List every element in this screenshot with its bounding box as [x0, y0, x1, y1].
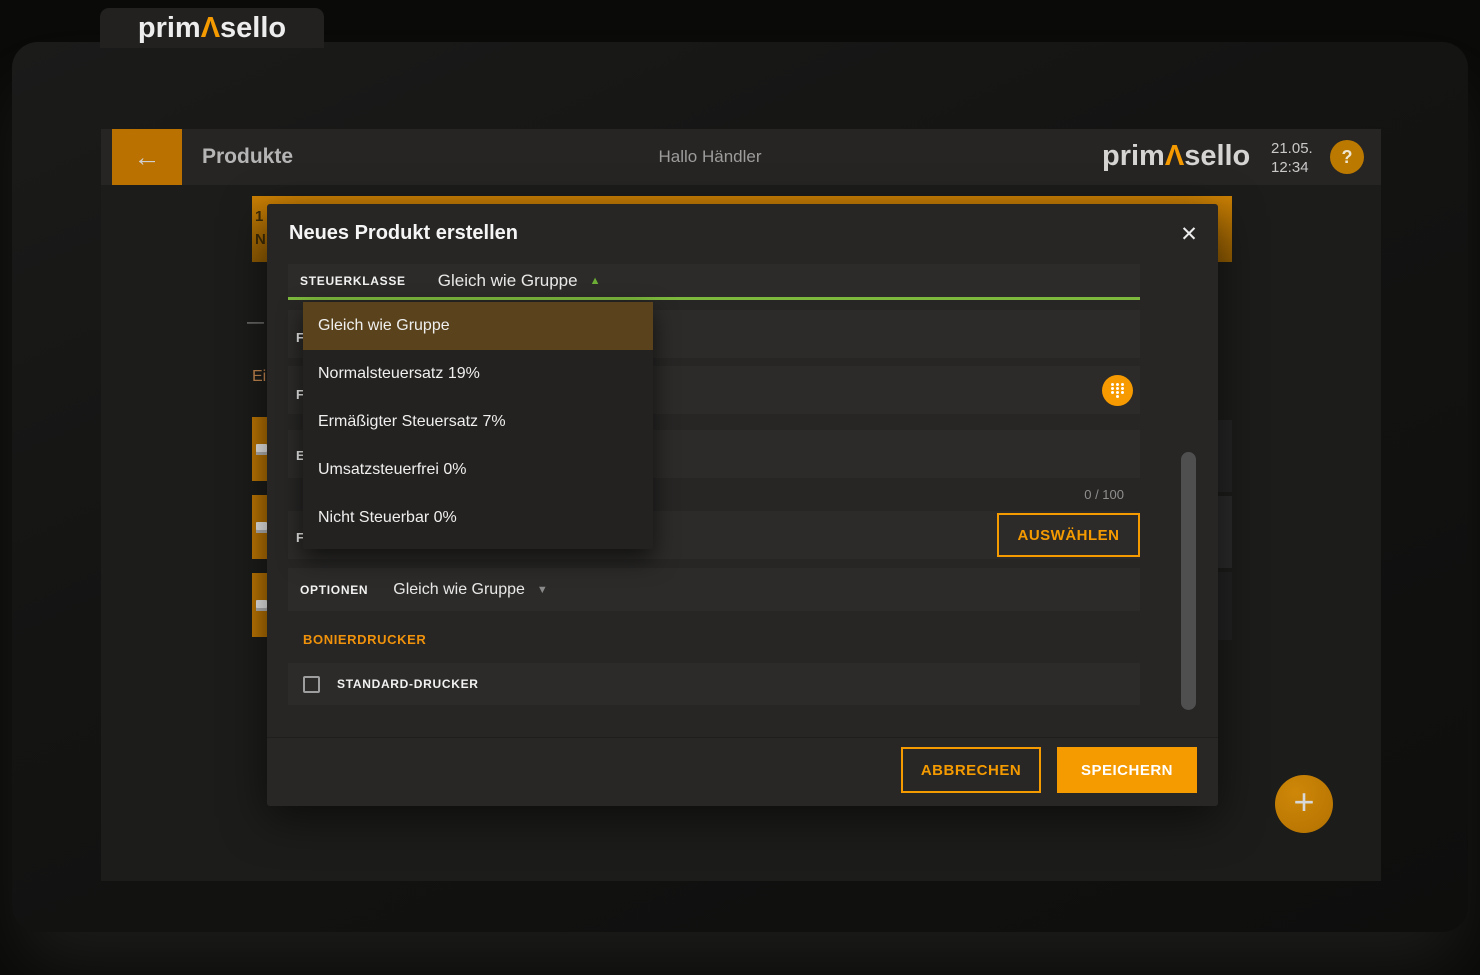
steuerklasse-select[interactable]: STEUERKLASSE Gleich wie Gruppe ▲ [288, 264, 1140, 300]
logo-a-triangle: Λ [1165, 140, 1184, 172]
dropdown-item[interactable]: Normalsteuersatz 19% [303, 350, 653, 398]
question-icon: ? [1342, 147, 1353, 168]
package-icon [256, 444, 267, 455]
steuerklasse-label: STEUERKLASSE [300, 274, 406, 288]
keypad-icon [1111, 383, 1125, 398]
help-button[interactable]: ? [1330, 140, 1364, 174]
plus-icon: + [1293, 781, 1314, 823]
package-icon [256, 600, 267, 611]
page-title: Produkte [202, 129, 293, 185]
new-product-dialog: Neues Produkt erstellen ✕ STEUERKLASSE G… [267, 204, 1218, 806]
add-button[interactable]: + [1275, 775, 1333, 833]
back-button[interactable]: ← [112, 129, 182, 185]
standard-drucker-label: STANDARD-DRUCKER [337, 677, 479, 691]
close-button[interactable]: ✕ [1173, 218, 1205, 250]
dropdown-item[interactable]: Ermäßigter Steuersatz 7% [303, 398, 653, 446]
optionen-value: Gleich wie Gruppe [393, 581, 525, 599]
optionen-select[interactable]: OPTIONEN Gleich wie Gruppe ▼ [288, 568, 1140, 611]
primasello-logo: primΛsello [1102, 129, 1250, 185]
text-fragment: — [247, 312, 264, 332]
keypad-button[interactable] [1102, 375, 1133, 406]
steuerklasse-dropdown: Gleich wie Gruppe Normalsteuersatz 19% E… [303, 302, 653, 549]
auswaehlen-button[interactable]: AUSWÄHLEN [997, 513, 1140, 557]
primasello-logo: primΛsello [138, 12, 286, 45]
dropdown-item[interactable]: Umsatzsteuerfrei 0% [303, 446, 653, 494]
modal-scrollbar[interactable] [1181, 452, 1196, 710]
standard-drucker-row: STANDARD-DRUCKER [288, 663, 1140, 705]
bonierdrucker-heading: BONIERDRUCKER [303, 632, 426, 647]
datetime: 21.05. 12:34 [1271, 139, 1313, 177]
screen: primΛsello ← Produkte Hallo Händler prim… [0, 0, 1480, 975]
list-row-edge [1218, 420, 1232, 492]
standard-drucker-checkbox[interactable] [303, 676, 320, 693]
text-fragment: Ei [252, 368, 266, 386]
dialog-footer: ABBRECHEN SPEICHERN [267, 737, 1218, 806]
close-icon: ✕ [1180, 223, 1198, 246]
package-icon [256, 522, 267, 533]
browser-tab[interactable]: primΛsello [100, 8, 324, 48]
greeting-text: Hallo Händler [560, 129, 860, 185]
list-row-edge [1218, 572, 1232, 640]
save-button[interactable]: SPEICHERN [1057, 747, 1197, 793]
dropdown-item[interactable]: Nicht Steuerbar 0% [303, 494, 653, 542]
back-arrow-icon: ← [134, 142, 161, 173]
chevron-down-icon: ▼ [537, 584, 548, 596]
optionen-label: OPTIONEN [300, 583, 368, 597]
cancel-button[interactable]: ABBRECHEN [901, 747, 1041, 793]
dropdown-item[interactable]: Gleich wie Gruppe [303, 302, 653, 350]
steuerklasse-value: Gleich wie Gruppe [438, 271, 578, 291]
time-text: 12:34 [1271, 158, 1313, 177]
date-text: 21.05. [1271, 139, 1313, 158]
dialog-title: Neues Produkt erstellen [289, 222, 518, 245]
logo-a-triangle: Λ [201, 12, 220, 44]
list-row-edge [1218, 496, 1232, 568]
chevron-up-icon: ▲ [590, 275, 601, 287]
